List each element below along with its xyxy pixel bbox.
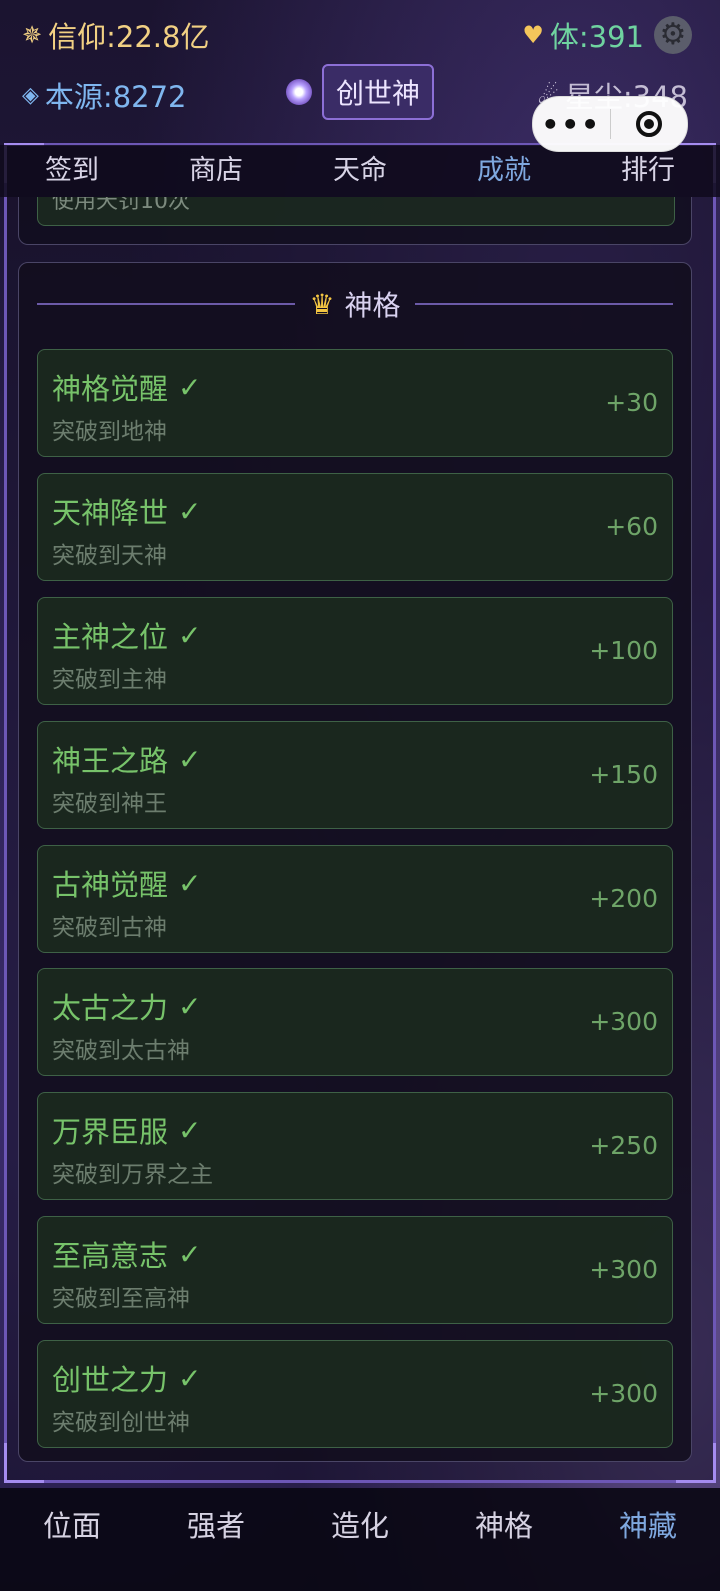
achievement-name: 创世之力 xyxy=(52,1363,169,1397)
divider xyxy=(37,303,296,305)
diamond-icon: ◈ xyxy=(22,82,39,108)
achievement-item[interactable]: 太古之力 ✓ 突破到太古神 +300 xyxy=(37,968,673,1076)
achievement-name-row: 万界臣服 ✓ xyxy=(52,1109,201,1151)
bottom-nav: 位面 强者 造化 神格 神藏 xyxy=(0,1488,720,1591)
top-tab-bar: 签到 商店 天命 成就 排行 xyxy=(0,145,720,197)
achievement-desc: 突破到万界之主 xyxy=(52,1162,213,1188)
achievement-reward: +100 xyxy=(589,636,658,665)
achievement-reward: +300 xyxy=(589,1379,658,1408)
achievement-desc: 突破到主神 xyxy=(52,667,167,693)
achievement-desc: 突破到创世神 xyxy=(52,1410,190,1436)
achievement-item[interactable]: 古神觉醒 ✓ 突破到古神 +200 xyxy=(37,845,673,953)
achievement-name: 天神降世 xyxy=(52,496,169,530)
faith-stat: ✵ 信仰:22.8亿 xyxy=(22,14,209,56)
check-icon: ✓ xyxy=(178,866,202,900)
stamina-label: 体:391 xyxy=(549,20,644,54)
achievement-name-row: 神格觉醒 ✓ xyxy=(52,366,201,408)
check-icon: ✓ xyxy=(178,989,202,1023)
section-header: ♛ 神格 xyxy=(37,283,673,325)
divider xyxy=(414,303,673,305)
achievement-desc: 突破到地神 xyxy=(52,419,167,445)
achievement-name-row: 创世之力 ✓ xyxy=(52,1357,201,1399)
achievement-name-row: 主神之位 ✓ xyxy=(52,614,201,656)
source-stat: ◈ 本源:8272 xyxy=(22,74,187,116)
nav-creation[interactable]: 造化 xyxy=(288,1488,432,1591)
achievement-desc: 突破到古神 xyxy=(52,915,167,941)
achievement-item[interactable]: 神王之路 ✓ 突破到神王 +150 xyxy=(37,721,673,829)
achievement-desc: 突破到至高神 xyxy=(52,1286,190,1312)
tab-checkin[interactable]: 签到 xyxy=(0,145,144,197)
achievement-item[interactable]: 创世之力 ✓ 突破到创世神 +300 xyxy=(37,1340,673,1448)
previous-section-card: 使用天罚10次 xyxy=(18,197,692,245)
achievement-reward: +300 xyxy=(589,1255,658,1284)
check-icon: ✓ xyxy=(178,742,202,776)
achievement-name-row: 古神觉醒 ✓ xyxy=(52,862,201,904)
achievement-item[interactable]: 万界臣服 ✓ 突破到万界之主 +250 xyxy=(37,1092,673,1200)
achievement-name: 太古之力 xyxy=(52,991,169,1025)
wheat-icon: ✵ xyxy=(22,21,43,49)
achievement-reward: +60 xyxy=(605,512,658,541)
check-icon: ✓ xyxy=(178,1113,202,1147)
achievement-desc: 突破到天神 xyxy=(52,543,167,569)
tab-achievements[interactable]: 成就 xyxy=(432,145,576,197)
mini-program-capsule: ••• xyxy=(532,96,688,152)
heart-icon: ♥ xyxy=(522,21,544,49)
tab-destiny[interactable]: 天命 xyxy=(288,145,432,197)
tab-shop[interactable]: 商店 xyxy=(144,145,288,197)
achievement-reward: +300 xyxy=(589,1007,658,1036)
achievement-item[interactable]: 主神之位 ✓ 突破到主神 +100 xyxy=(37,597,673,705)
achievement-reward: +150 xyxy=(589,760,658,789)
check-icon: ✓ xyxy=(178,1237,202,1271)
check-icon: ✓ xyxy=(178,618,202,652)
achievement-name: 至高意志 xyxy=(52,1239,169,1273)
gear-icon[interactable]: ⚙ xyxy=(654,16,692,54)
achievement-reward: +200 xyxy=(589,884,658,913)
nav-treasury[interactable]: 神藏 xyxy=(576,1488,720,1591)
godhood-section: ♛ 神格 神格觉醒 ✓ 突破到地神 +30 天神降世 ✓ 突破到天神 +60 主… xyxy=(18,262,692,1462)
achievement-name-row: 天神降世 ✓ xyxy=(52,490,201,532)
nav-planes[interactable]: 位面 xyxy=(0,1488,144,1591)
rank-button[interactable]: 创世神 xyxy=(322,64,435,120)
rank-area: 创世神 xyxy=(286,64,435,120)
achievement-name-row: 太古之力 ✓ xyxy=(52,985,201,1027)
check-icon: ✓ xyxy=(178,494,202,528)
nav-champions[interactable]: 强者 xyxy=(144,1488,288,1591)
previous-item-desc: 使用天罚10次 xyxy=(52,197,190,214)
source-label: 本源:8272 xyxy=(44,80,187,114)
section-title: 神格 xyxy=(344,289,401,322)
achievement-name-row: 至高意志 ✓ xyxy=(52,1233,201,1275)
achievement-reward: +250 xyxy=(589,1131,658,1160)
stamina-stat: ♥ 体:391 xyxy=(522,14,644,56)
achievement-name: 万界臣服 xyxy=(52,1115,169,1149)
achievement-name: 神格觉醒 xyxy=(52,372,169,406)
achievement-name: 主神之位 xyxy=(52,620,169,654)
check-icon: ✓ xyxy=(178,1361,202,1395)
achievement-name: 古神觉醒 xyxy=(52,868,169,902)
achievement-desc: 突破到神王 xyxy=(52,791,167,817)
check-icon: ✓ xyxy=(178,370,202,404)
achievement-item[interactable]: 神格觉醒 ✓ 突破到地神 +30 xyxy=(37,349,673,457)
close-target-icon xyxy=(635,111,662,137)
achievement-item[interactable]: 天神降世 ✓ 突破到天神 +60 xyxy=(37,473,673,581)
more-button[interactable]: ••• xyxy=(533,108,610,141)
crown-icon: ♛ xyxy=(309,287,335,321)
close-button[interactable] xyxy=(611,111,688,137)
section-title-wrap: ♛ 神格 xyxy=(295,284,414,324)
achievement-name-row: 神王之路 ✓ xyxy=(52,738,201,780)
achievement-item[interactable]: 至高意志 ✓ 突破到至高神 +300 xyxy=(37,1216,673,1324)
tab-ranking[interactable]: 排行 xyxy=(576,145,720,197)
orb-icon xyxy=(286,79,312,105)
achievement-reward: +30 xyxy=(605,388,658,417)
previous-item: 使用天罚10次 xyxy=(37,197,675,226)
achievement-name: 神王之路 xyxy=(52,744,169,778)
faith-label: 信仰:22.8亿 xyxy=(48,20,210,54)
nav-godhood[interactable]: 神格 xyxy=(432,1488,576,1591)
achievement-desc: 突破到太古神 xyxy=(52,1038,190,1064)
